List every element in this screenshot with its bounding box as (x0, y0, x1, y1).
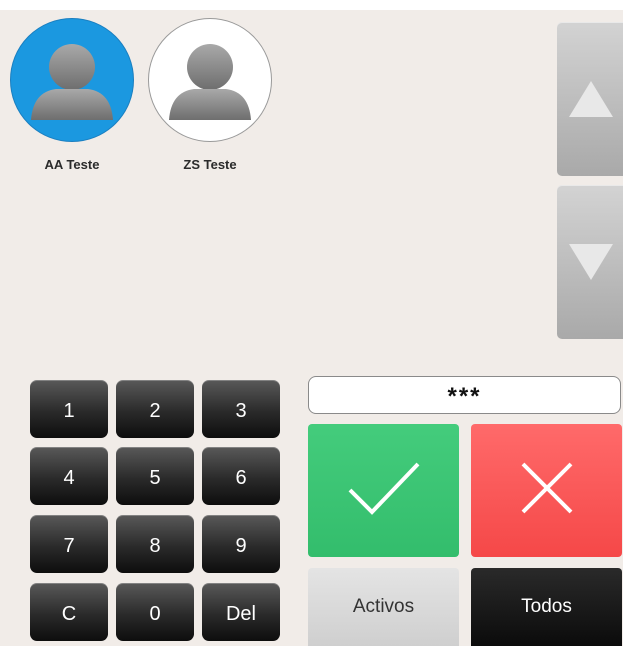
key-3[interactable]: 3 (202, 380, 280, 438)
checkmark-icon (348, 462, 420, 515)
user-name: ZS Teste (183, 157, 237, 172)
filter-activos-button[interactable]: Activos (308, 568, 459, 646)
user-tile-aa-teste[interactable]: AA Teste (10, 18, 134, 178)
key-8[interactable]: 8 (116, 515, 194, 573)
user-name: AA Teste (44, 157, 100, 172)
key-delete[interactable]: Del (202, 583, 280, 641)
user-tile-zs-teste[interactable]: ZS Teste (148, 18, 272, 178)
top-strip (0, 0, 623, 10)
filter-todos-button[interactable]: Todos (471, 568, 622, 646)
pin-input[interactable]: *** (308, 376, 621, 414)
key-5[interactable]: 5 (116, 447, 194, 505)
key-1[interactable]: 1 (30, 380, 108, 438)
key-2[interactable]: 2 (116, 380, 194, 438)
scroll-down-button[interactable] (557, 185, 623, 339)
scroll-up-button[interactable] (557, 22, 623, 176)
close-icon (521, 462, 573, 514)
key-6[interactable]: 6 (202, 447, 280, 505)
key-4[interactable]: 4 (30, 447, 108, 505)
triangle-up-icon (569, 81, 613, 117)
cancel-button[interactable] (471, 424, 622, 557)
key-9[interactable]: 9 (202, 515, 280, 573)
key-clear[interactable]: C (30, 583, 108, 641)
user-avatar-circle (10, 18, 134, 142)
confirm-button[interactable] (308, 424, 459, 557)
key-7[interactable]: 7 (30, 515, 108, 573)
user-avatar-circle (148, 18, 272, 142)
user-avatar-icon (169, 44, 251, 120)
user-avatar-icon (31, 44, 113, 120)
key-0[interactable]: 0 (116, 583, 194, 641)
triangle-down-icon (569, 244, 613, 280)
